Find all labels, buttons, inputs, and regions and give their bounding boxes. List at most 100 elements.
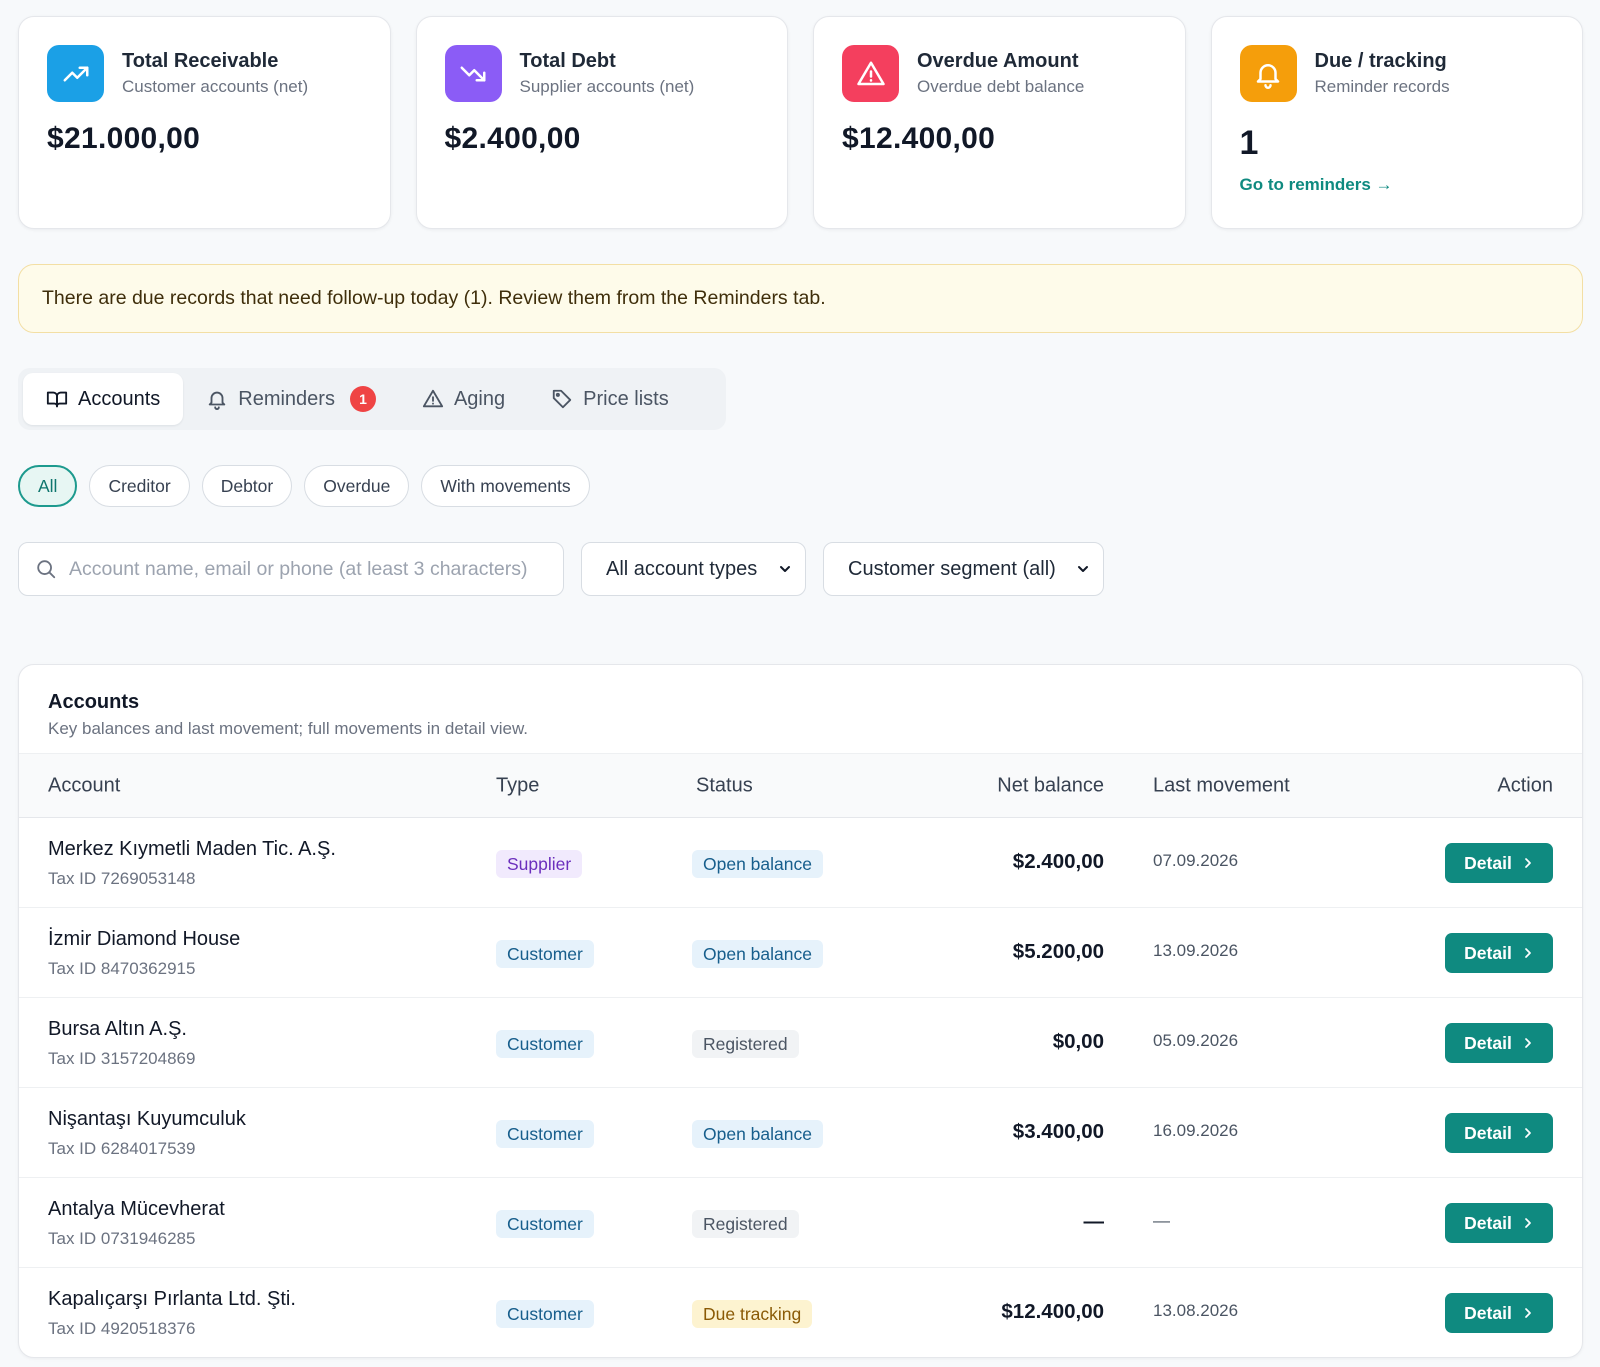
- last-movement-date: 13.09.2026: [1153, 941, 1239, 960]
- go-to-reminders-link[interactable]: Go to reminders →: [1240, 175, 1393, 195]
- filter-creditor[interactable]: Creditor: [89, 465, 190, 507]
- stat-title: Total Receivable: [122, 50, 279, 72]
- table-row: Merkez Kıymetli Maden Tic. A.Ş. Tax ID 72…: [19, 818, 1582, 908]
- account-tax-id: Tax ID 4920518376: [48, 1319, 196, 1338]
- filter-overdue[interactable]: Overdue: [304, 465, 410, 507]
- detail-button-label: Detail: [1464, 852, 1512, 873]
- tab-label: Price lists: [583, 387, 669, 410]
- customer-segment-select[interactable]: Customer segment (all): [823, 542, 1104, 596]
- net-balance: $0,00: [1052, 1030, 1104, 1053]
- status-badge: Registered: [692, 1210, 799, 1238]
- stat-card-debt: Total Debt Supplier accounts (net) $2.40…: [415, 16, 788, 229]
- type-badge: Supplier: [496, 850, 583, 878]
- search-input[interactable]: [69, 557, 549, 581]
- type-badge: Customer: [496, 1300, 594, 1328]
- stat-title: Total Debt: [519, 50, 616, 72]
- stat-title: Due / tracking: [1314, 50, 1447, 72]
- account-tax-id: Tax ID 7269053148: [48, 869, 196, 888]
- account-type-select[interactable]: All account types: [581, 542, 806, 596]
- tab-price-lists[interactable]: Price lists: [528, 373, 692, 425]
- chevron-right-icon: [1524, 858, 1531, 868]
- chevron-right-icon: [1524, 1218, 1531, 1228]
- detail-button[interactable]: Detail: [1445, 1023, 1553, 1063]
- column-header-type: Type: [496, 774, 540, 796]
- status-badge: Due tracking: [692, 1300, 813, 1328]
- chevron-right-icon: [1524, 1038, 1531, 1048]
- account-name: Merkez Kıymetli Maden Tic. A.Ş.: [48, 838, 336, 860]
- status-badge: Open balance: [692, 940, 823, 968]
- tab-label: Accounts: [78, 387, 161, 410]
- detail-button[interactable]: Detail: [1445, 843, 1553, 883]
- filter-all[interactable]: All: [18, 465, 78, 507]
- customer-segment-value: Customer segment (all): [848, 557, 1056, 580]
- tag-icon: [552, 389, 572, 409]
- stat-card-receivable: Total Receivable Customer accounts (net)…: [18, 16, 391, 229]
- filter-chips: All Creditor Debtor Overdue With movemen…: [18, 465, 590, 507]
- detail-button-label: Detail: [1464, 942, 1512, 963]
- table-description: Key balances and last movement; full mov…: [48, 719, 529, 738]
- status-badge: Registered: [692, 1030, 799, 1058]
- detail-button-label: Detail: [1464, 1122, 1512, 1143]
- tab-reminders[interactable]: Reminders 1: [183, 373, 399, 425]
- table-row: Nişantaşı Kuyumculuk Tax ID 6284017539 Cus…: [19, 1088, 1582, 1178]
- stat-value: $21.000,00: [47, 122, 201, 155]
- account-type-value: All account types: [606, 557, 758, 580]
- last-movement-date: 05.09.2026: [1153, 1031, 1239, 1050]
- trend-up-icon: [47, 45, 104, 102]
- net-balance: $3.400,00: [1012, 1120, 1104, 1143]
- stat-cards: Total Receivable Customer accounts (net)…: [18, 16, 1583, 229]
- column-header-net-balance: Net balance: [997, 774, 1104, 796]
- account-name: Nişantaşı Kuyumculuk: [48, 1108, 246, 1130]
- chevron-right-icon: [1524, 1128, 1531, 1138]
- chevron-down-icon: [1078, 566, 1088, 572]
- warning-icon: [842, 45, 899, 102]
- detail-button[interactable]: Detail: [1445, 1203, 1553, 1243]
- table-row: Kapalıçarşı Pırlanta Ltd. Şti. Tax ID 492…: [19, 1268, 1582, 1357]
- last-movement-date: 07.09.2026: [1153, 851, 1239, 870]
- table-row: İzmir Diamond House Tax ID 8470362915 Cust…: [19, 908, 1582, 998]
- account-name: Kapalıçarşı Pırlanta Ltd. Şti.: [48, 1288, 296, 1310]
- tab-label: Aging: [453, 387, 506, 410]
- stat-value: 1: [1239, 124, 1259, 162]
- status-badge: Open balance: [692, 1120, 823, 1148]
- stat-value: $12.400,00: [842, 122, 996, 155]
- status-badge: Open balance: [692, 850, 823, 878]
- detail-button[interactable]: Detail: [1445, 1113, 1553, 1153]
- column-header-account: Account: [48, 774, 121, 796]
- column-header-status: Status: [696, 774, 753, 796]
- detail-button[interactable]: Detail: [1445, 933, 1553, 973]
- filter-with-movements[interactable]: With movements: [421, 465, 590, 507]
- chevron-right-icon: [1524, 948, 1531, 958]
- filter-debtor[interactable]: Debtor: [201, 465, 293, 507]
- detail-button-label: Detail: [1464, 1032, 1512, 1053]
- net-balance: $2.400,00: [1012, 850, 1104, 873]
- detail-button-label: Detail: [1464, 1302, 1512, 1323]
- tab-accounts[interactable]: Accounts: [23, 373, 184, 425]
- account-name: İzmir Diamond House: [48, 928, 241, 950]
- stat-value: $2.400,00: [444, 122, 581, 155]
- account-tax-id: Tax ID 6284017539: [48, 1139, 196, 1158]
- book-icon: [46, 391, 68, 408]
- table-row: Antalya Mücevherat Tax ID 0731946285 Custo…: [19, 1178, 1582, 1268]
- table-title: Accounts: [48, 691, 140, 713]
- net-balance: —: [1083, 1210, 1105, 1233]
- stat-subtitle: Reminder records: [1314, 77, 1450, 96]
- account-name: Antalya Mücevherat: [48, 1198, 225, 1220]
- column-header-last-movement: Last movement: [1153, 774, 1290, 796]
- net-balance: $5.200,00: [1012, 940, 1104, 963]
- last-movement-date: 13.08.2026: [1153, 1301, 1239, 1320]
- last-movement-date: 16.09.2026: [1153, 1121, 1239, 1140]
- chevron-right-icon: [1524, 1308, 1531, 1318]
- account-name: Bursa Altın A.Ş.: [48, 1018, 187, 1040]
- trend-down-icon: [444, 45, 502, 102]
- account-tax-id: Tax ID 3157204869: [48, 1049, 196, 1068]
- table-header-row: Account Type Status Net balance Last mov…: [19, 753, 1582, 818]
- stat-title: Overdue Amount: [917, 50, 1079, 72]
- detail-button-label: Detail: [1464, 1212, 1512, 1233]
- tab-aging[interactable]: Aging: [399, 373, 528, 425]
- chevron-down-icon: [780, 566, 790, 572]
- last-movement-date: —: [1153, 1211, 1170, 1230]
- detail-button[interactable]: Detail: [1445, 1293, 1553, 1333]
- bell-icon: [209, 391, 226, 410]
- bell-icon: [1239, 45, 1297, 102]
